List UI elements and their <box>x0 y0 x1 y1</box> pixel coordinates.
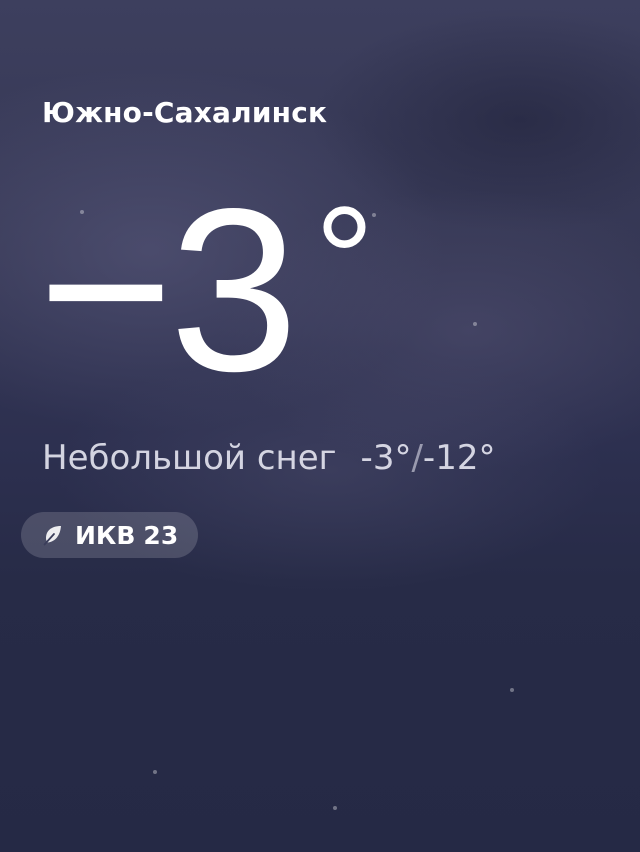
snowflake <box>473 322 477 326</box>
snowflake <box>333 806 337 810</box>
current-temperature: −3 ° <box>38 175 375 407</box>
aqi-value: 23 <box>143 520 179 550</box>
range-separator: / <box>411 438 423 478</box>
condition-text: Небольшой снег <box>42 438 337 478</box>
city-name[interactable]: Южно-Сахалинск <box>42 96 327 129</box>
snowflake <box>372 213 376 217</box>
weather-summary: Небольшой снег -3°/-12° <box>42 438 495 478</box>
temperature-range: -3°/-12° <box>361 438 496 478</box>
snowflake <box>153 770 157 774</box>
high-temperature: -3° <box>360 438 412 478</box>
air-quality-badge[interactable]: ИКВ 23 <box>21 512 199 558</box>
leaf-icon <box>41 523 65 547</box>
aqi-label: ИКВ <box>75 520 136 550</box>
degree-symbol: ° <box>314 175 375 343</box>
snowflake <box>510 688 514 692</box>
low-temperature: -12° <box>422 438 496 478</box>
temperature-value: −3 <box>38 161 299 420</box>
